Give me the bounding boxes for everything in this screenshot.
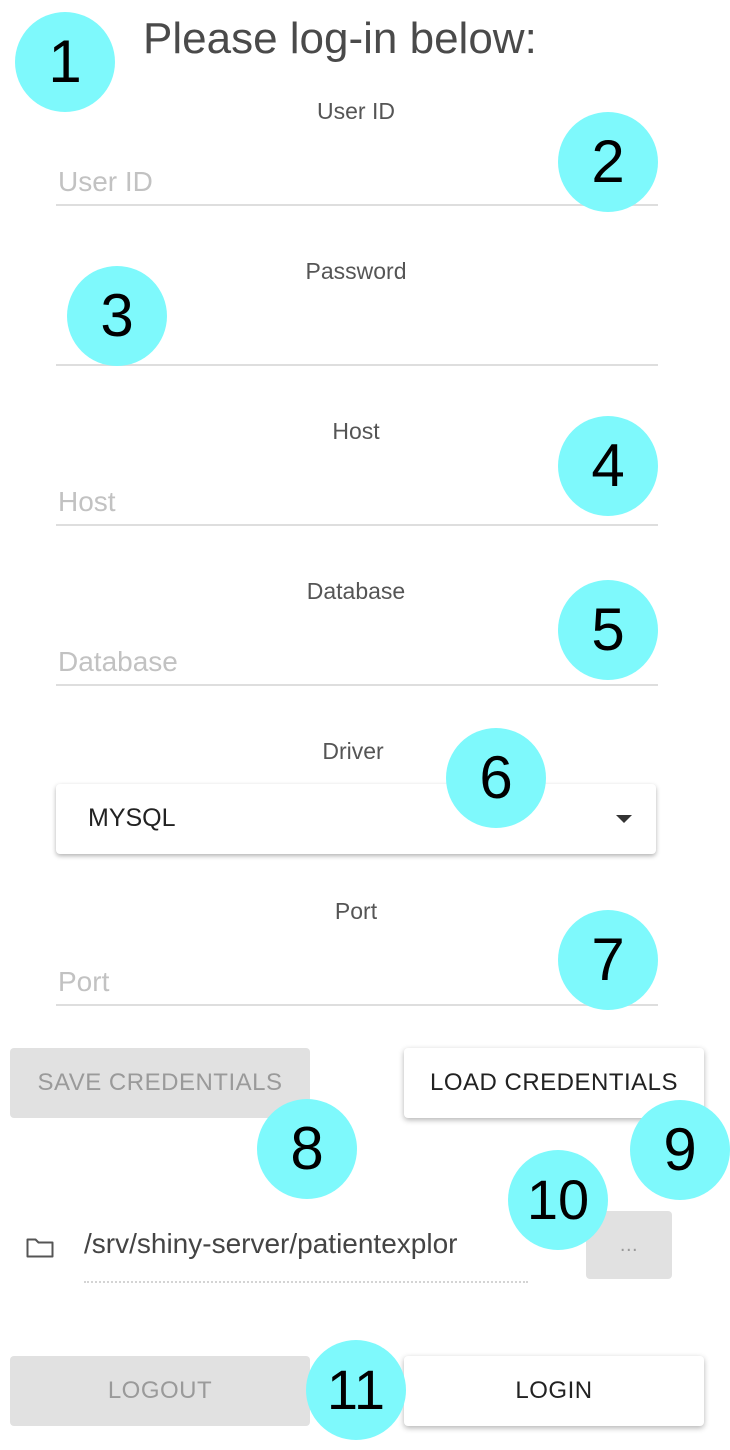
annotation-badge-3: 3 — [67, 266, 167, 366]
host-label: Host — [332, 418, 380, 444]
page-title: Please log-in below: — [143, 14, 537, 63]
login-button[interactable]: LOGIN — [404, 1356, 704, 1426]
driver-selected-value: MYSQL — [88, 804, 176, 832]
driver-select[interactable]: MYSQL — [56, 784, 656, 854]
annotation-badge-7: 7 — [558, 910, 658, 1010]
annotation-badge-10: 10 — [508, 1150, 608, 1250]
annotation-badge-5: 5 — [558, 580, 658, 680]
user-id-label: User ID — [317, 98, 395, 124]
annotation-badge-8: 8 — [257, 1099, 357, 1199]
folder-icon — [26, 1238, 54, 1258]
password-label: Password — [305, 258, 407, 284]
annotation-badge-4: 4 — [558, 416, 658, 516]
annotation-badge-1: 1 — [15, 12, 115, 112]
logout-button[interactable]: LOGOUT — [10, 1356, 310, 1426]
directory-path-underline — [84, 1281, 528, 1283]
port-label: Port — [334, 898, 378, 924]
annotation-badge-2: 2 — [558, 112, 658, 212]
database-label: Database — [306, 578, 406, 604]
directory-path[interactable]: /srv/shiny-server/patientexplor — [84, 1228, 528, 1260]
caret-down-icon — [616, 815, 632, 823]
annotation-badge-9: 9 — [630, 1100, 730, 1200]
annotation-badge-11: 11 — [306, 1340, 406, 1440]
save-credentials-button[interactable]: SAVE CREDENTIALS — [10, 1048, 310, 1118]
annotation-badge-6: 6 — [446, 728, 546, 828]
